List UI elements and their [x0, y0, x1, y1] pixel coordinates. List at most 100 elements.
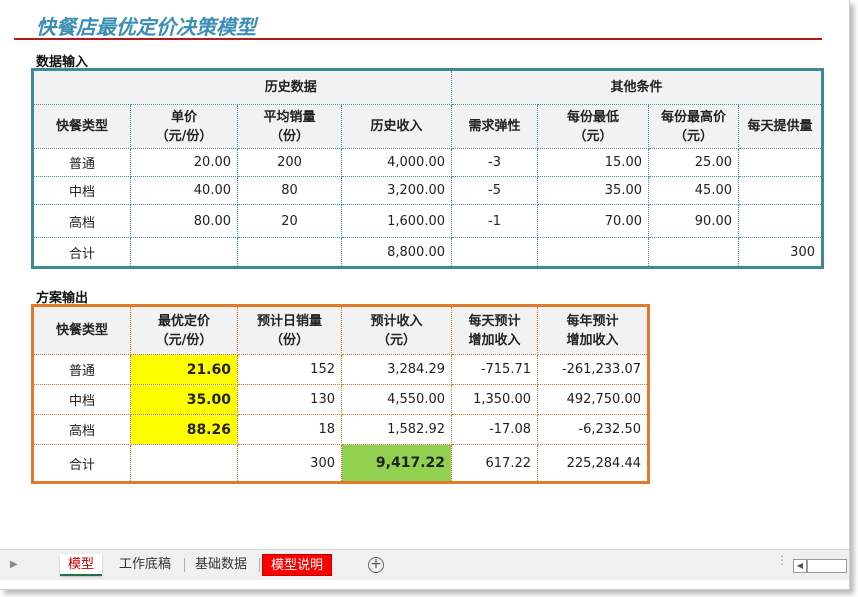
- col-header-exp-income[interactable]: 预计收入 （元）: [341, 305, 452, 355]
- scroll-sheets-icon[interactable]: ▶: [10, 559, 18, 570]
- col-header-type[interactable]: 快餐类型: [32, 104, 131, 149]
- col-header-opt-price-l2: （元/份）: [155, 332, 213, 348]
- cell-daily-sales[interactable]: 18: [237, 414, 342, 445]
- input-corner-cell[interactable]: [32, 69, 131, 105]
- col-header-daily-supply[interactable]: 每天提供量: [738, 104, 823, 149]
- col-header-avg-sales[interactable]: 平均销量 （份）: [237, 104, 342, 149]
- col-header-price-l1: 单价: [170, 109, 197, 125]
- cell-opt-price[interactable]: 21.60: [130, 354, 238, 385]
- cell-income[interactable]: 1,600.00: [341, 204, 452, 238]
- cell-type[interactable]: 普通: [32, 354, 131, 385]
- cell-supply-total[interactable]: 300: [738, 237, 823, 268]
- cell-type[interactable]: 合计: [32, 444, 131, 483]
- col-header-min-price[interactable]: 每份最低 （元）: [537, 104, 649, 149]
- cell-exp-income[interactable]: 3,284.29: [341, 354, 452, 385]
- cell-min-price[interactable]: 35.00: [537, 176, 649, 205]
- tab-model-notes[interactable]: 模型说明: [262, 554, 333, 576]
- cell-daily-sales[interactable]: 152: [237, 354, 342, 385]
- cell-min-price[interactable]: [537, 237, 649, 268]
- tab-base-data[interactable]: 基础数据: [187, 554, 255, 576]
- col-header-max-price-l1: 每份最高价: [660, 109, 726, 125]
- tab-workpaper[interactable]: 工作底稿: [111, 554, 179, 576]
- cell-exp-income[interactable]: 4,550.00: [341, 384, 452, 415]
- cell-price[interactable]: [130, 237, 238, 268]
- cell-elasticity[interactable]: -3: [451, 148, 538, 177]
- cell-max-price[interactable]: 45.00: [648, 176, 739, 205]
- col-header-hist-income[interactable]: 历史收入: [341, 104, 452, 149]
- col-header-yearly-add[interactable]: 每年预计 增加收入: [537, 305, 649, 355]
- cell-income-total[interactable]: 8,800.00: [341, 237, 452, 268]
- cell-daily-add[interactable]: 1,350.00: [451, 384, 538, 415]
- col-header-daily-sales[interactable]: 预计日销量 （份）: [237, 305, 342, 355]
- cell-daily-sales[interactable]: 130: [237, 384, 342, 415]
- cell-elasticity[interactable]: -1: [451, 204, 538, 238]
- cell-elasticity[interactable]: [451, 237, 538, 268]
- cell-supply[interactable]: [738, 204, 823, 238]
- tab-model[interactable]: 模型: [60, 554, 103, 576]
- cell-yearly-add[interactable]: 492,750.00: [537, 384, 649, 415]
- col-header-yearly-add-l1: 每年预计: [566, 313, 619, 329]
- cell-sales[interactable]: 20: [237, 204, 342, 238]
- cell-sales[interactable]: 80: [237, 176, 342, 205]
- history-group-header[interactable]: 历史数据: [130, 69, 452, 105]
- spreadsheet-window: 快餐店最优定价决策模型 数据输入 历史数据 其他条件 快餐类型 单价 （元/份） …: [0, 0, 850, 590]
- cell-daily-add[interactable]: -17.08: [451, 414, 538, 445]
- col-header-daily-sales-l1: 预计日销量: [256, 313, 322, 329]
- col-header-max-price-l2: （元）: [673, 128, 713, 144]
- cell-opt-price[interactable]: 35.00: [130, 384, 238, 415]
- table-row: 中档 40.00 80 3,200.00 -5 35.00 45.00: [32, 176, 823, 205]
- cell-income[interactable]: 4,000.00: [341, 148, 452, 177]
- col-header-opt-price-l1: 最优定价: [157, 313, 210, 329]
- table-row: 中档 35.00 130 4,550.00 1,350.00 492,750.0…: [32, 384, 649, 415]
- cell-yearly-add[interactable]: -261,233.07: [537, 354, 649, 385]
- tab-divider: [259, 558, 260, 572]
- cell-max-price[interactable]: 25.00: [648, 148, 739, 177]
- cell-type[interactable]: 高档: [32, 414, 131, 445]
- horizontal-scrollbar[interactable]: [807, 559, 847, 573]
- add-sheet-icon[interactable]: +: [368, 557, 384, 573]
- cell-type[interactable]: 高档: [32, 204, 131, 238]
- cell-daily-sales-total[interactable]: 300: [237, 444, 342, 483]
- cell-max-price[interactable]: [648, 237, 739, 268]
- col-header-daily-add[interactable]: 每天预计 增加收入: [451, 305, 538, 355]
- cell-exp-income[interactable]: 1,582.92: [341, 414, 452, 445]
- scroll-left-icon[interactable]: ◀: [793, 559, 807, 573]
- cell-opt-price[interactable]: 88.26: [130, 414, 238, 445]
- cell-min-price[interactable]: 70.00: [537, 204, 649, 238]
- cell-type[interactable]: 中档: [32, 176, 131, 205]
- cell-price[interactable]: 20.00: [130, 148, 238, 177]
- col-header-opt-price[interactable]: 最优定价 （元/份）: [130, 305, 238, 355]
- split-handle-icon[interactable]: ⋮: [776, 554, 788, 566]
- cell-daily-add-total[interactable]: 617.22: [451, 444, 538, 483]
- cell-type[interactable]: 普通: [32, 148, 131, 177]
- page-title: 快餐店最优定价决策模型: [36, 15, 256, 39]
- cell-yearly-add-total[interactable]: 225,284.44: [537, 444, 649, 483]
- col-header-max-price[interactable]: 每份最高价 （元）: [648, 104, 739, 149]
- col-header-type[interactable]: 快餐类型: [32, 305, 131, 355]
- cell-exp-income-total[interactable]: 9,417.22: [341, 444, 452, 483]
- other-group-header[interactable]: 其他条件: [451, 69, 823, 105]
- cell-supply[interactable]: [738, 148, 823, 177]
- cell-opt-price[interactable]: [130, 444, 238, 483]
- cell-type[interactable]: 中档: [32, 384, 131, 415]
- col-header-exp-income-l2: （元）: [376, 332, 416, 348]
- col-header-daily-add-l2: 增加收入: [468, 332, 521, 348]
- col-header-price[interactable]: 单价 （元/份）: [130, 104, 238, 149]
- cell-daily-add[interactable]: -715.71: [451, 354, 538, 385]
- tab-divider: [184, 558, 185, 572]
- col-header-price-l2: （元/份）: [155, 128, 213, 144]
- cell-max-price[interactable]: 90.00: [648, 204, 739, 238]
- cell-type[interactable]: 合计: [32, 237, 131, 268]
- cell-price[interactable]: 80.00: [130, 204, 238, 238]
- cell-supply[interactable]: [738, 176, 823, 205]
- col-header-elasticity[interactable]: 需求弹性: [451, 104, 538, 149]
- cell-elasticity[interactable]: -5: [451, 176, 538, 205]
- cell-sales[interactable]: 200: [237, 148, 342, 177]
- cell-sales[interactable]: [237, 237, 342, 268]
- col-header-exp-income-l1: 预计收入: [370, 313, 423, 329]
- cell-price[interactable]: 40.00: [130, 176, 238, 205]
- cell-min-price[interactable]: 15.00: [537, 148, 649, 177]
- output-table: 快餐类型 最优定价 （元/份） 预计日销量 （份） 预计收入 （元） 每天预计 增加收入…: [31, 304, 650, 484]
- cell-income[interactable]: 3,200.00: [341, 176, 452, 205]
- cell-yearly-add[interactable]: -6,232.50: [537, 414, 649, 445]
